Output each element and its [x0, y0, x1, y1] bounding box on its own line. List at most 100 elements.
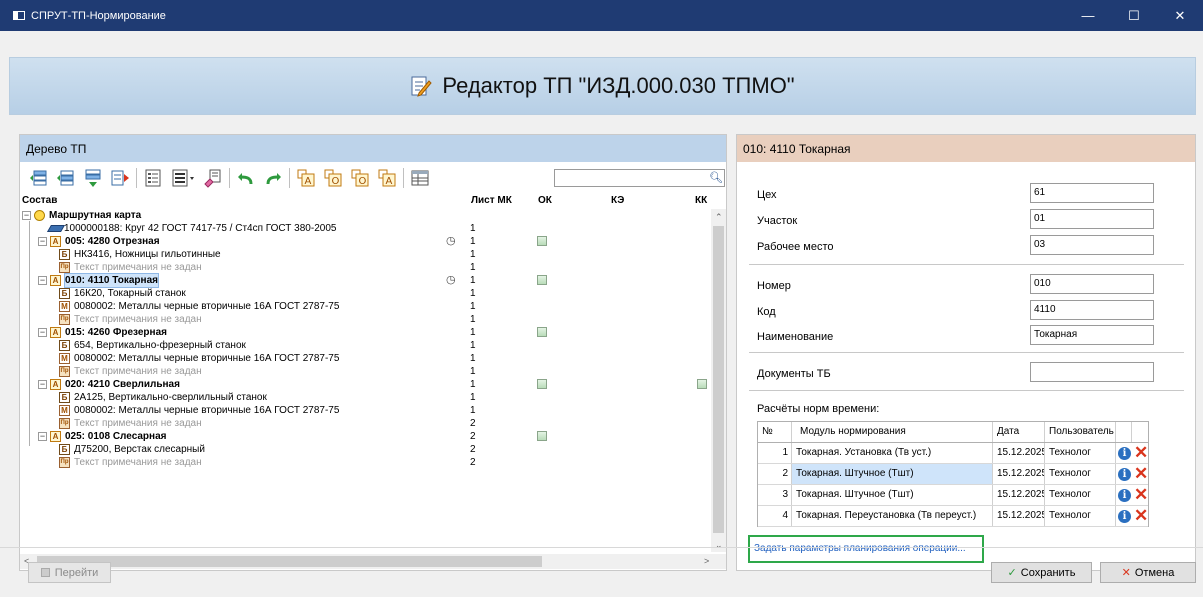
- scroll-right-icon[interactable]: >: [704, 556, 709, 566]
- info-icon[interactable]: i: [1118, 468, 1131, 481]
- ok-document-icon[interactable]: [537, 431, 547, 441]
- tree-row-label[interactable]: Маршрутная карта: [49, 209, 141, 222]
- tree-row[interactable]: 1000000188: Круг 42 ГОСТ 7417-75 / Ст4сп…: [20, 222, 710, 235]
- tree-row-label[interactable]: 020: 4210 Сверлильная: [65, 378, 180, 391]
- info-icon[interactable]: i: [1118, 489, 1131, 502]
- tree-row-label[interactable]: Текст примечания не задан: [74, 417, 202, 430]
- tree-row[interactable]: Б 16К20, Токарный станок 1: [20, 287, 710, 300]
- tree-row[interactable]: М 0080002: Металлы черные вторичные 16А Г…: [20, 352, 710, 365]
- info-icon[interactable]: i: [1118, 447, 1131, 460]
- form-a-child-icon[interactable]: A: [376, 167, 398, 189]
- tree-row[interactable]: Пр Текст примечания не задан 1: [20, 365, 710, 378]
- cancel-button[interactable]: ✕ Отмена: [1100, 562, 1196, 583]
- tree-row-label[interactable]: Текст примечания не задан: [74, 313, 202, 326]
- plan-parameters-link[interactable]: Задать параметры планирования операции..…: [748, 535, 984, 563]
- tree-row[interactable]: Пр Текст примечания не задан 2: [20, 456, 710, 469]
- docs-field[interactable]: [1030, 362, 1154, 382]
- tree-row-label[interactable]: 025: 0108 Слесарная: [65, 430, 166, 443]
- tree-row-label[interactable]: 005: 4280 Отрезная: [65, 235, 160, 248]
- tree-row[interactable]: − А 025: 0108 Слесарная 2: [20, 430, 710, 443]
- form-a-icon[interactable]: A: [295, 167, 317, 189]
- form-o-icon[interactable]: O: [322, 167, 344, 189]
- collapse-icon[interactable]: −: [38, 328, 47, 337]
- tree-row[interactable]: Пр Текст примечания не задан 1: [20, 261, 710, 274]
- collapse-icon[interactable]: −: [38, 380, 47, 389]
- delete-icon[interactable]: ✕: [1134, 443, 1148, 463]
- tree-row[interactable]: − А 005: 4280 Отрезная ◷ 1: [20, 235, 710, 248]
- tree-row-label[interactable]: 654, Вертикально-фрезерный станок: [74, 339, 246, 352]
- tree-row-label[interactable]: Текст примечания не задан: [74, 365, 202, 378]
- tree-row-label[interactable]: Д75200, Верстак слесарный: [74, 443, 205, 456]
- column-module[interactable]: Модуль нормирования: [792, 422, 993, 442]
- delete-icon[interactable]: ✕: [1134, 464, 1148, 484]
- save-button[interactable]: ✓ Сохранить: [991, 562, 1092, 583]
- delete-node-icon[interactable]: [109, 167, 131, 189]
- workplace-field[interactable]: 03: [1030, 235, 1154, 255]
- collapse-icon[interactable]: −: [38, 432, 47, 441]
- go-button[interactable]: Перейти: [28, 562, 111, 583]
- collapse-icon[interactable]: −: [38, 237, 47, 246]
- column-sheet[interactable]: Лист МК: [471, 195, 512, 206]
- tree-row[interactable]: Б 2А125, Вертикально-сверлильный станок 1: [20, 391, 710, 404]
- norms-row[interactable]: 2 Токарная. Штучное (Тшт) 15.12.2025 Технол…: [758, 464, 1148, 485]
- insert-before-icon[interactable]: [28, 167, 50, 189]
- name-field[interactable]: Токарная: [1030, 325, 1154, 345]
- scroll-thumb[interactable]: [713, 226, 724, 533]
- delete-icon[interactable]: ✕: [1134, 506, 1148, 526]
- norms-row[interactable]: 4 Токарная. Переустановка (Тв переуст.) 15…: [758, 506, 1148, 527]
- tree-row-label[interactable]: 16К20, Токарный станок: [74, 287, 186, 300]
- tree-row[interactable]: М 0080002: Металлы черные вторичные 16А Г…: [20, 300, 710, 313]
- undo-icon[interactable]: [235, 167, 257, 189]
- column-user[interactable]: Пользователь: [1045, 422, 1116, 442]
- tree-row-label[interactable]: 015: 4260 Фрезерная: [65, 326, 167, 339]
- form-o-child-icon[interactable]: O: [349, 167, 371, 189]
- tree-row[interactable]: Пр Текст примечания не задан 1: [20, 313, 710, 326]
- ok-document-icon[interactable]: [537, 327, 547, 337]
- tree-row-label[interactable]: 0080002: Металлы черные вторичные 16А ГО…: [74, 300, 339, 313]
- column-ke[interactable]: КЭ: [611, 195, 624, 206]
- section-field[interactable]: 01: [1030, 209, 1154, 229]
- column-date[interactable]: Дата: [993, 422, 1045, 442]
- number-field[interactable]: 010: [1030, 274, 1154, 294]
- norms-row[interactable]: 3 Токарная. Штучное (Тшт) 15.12.2025 Технол…: [758, 485, 1148, 506]
- tree-row[interactable]: Б 654, Вертикально-фрезерный станок 1: [20, 339, 710, 352]
- menu-dropdown-icon[interactable]: [169, 167, 197, 189]
- code-field[interactable]: 4110: [1030, 300, 1154, 320]
- column-composition[interactable]: Состав: [22, 195, 57, 206]
- tree-row-label[interactable]: 0080002: Металлы черные вторичные 16А ГО…: [74, 352, 339, 365]
- workshop-field[interactable]: 61: [1030, 183, 1154, 203]
- delete-icon[interactable]: ✕: [1134, 485, 1148, 505]
- table-view-icon[interactable]: [409, 167, 431, 189]
- tree-row[interactable]: − А 015: 4260 Фрезерная 1: [20, 326, 710, 339]
- info-icon[interactable]: i: [1118, 510, 1131, 523]
- insert-child-icon[interactable]: [82, 167, 104, 189]
- scroll-up-icon[interactable]: ⌃: [715, 212, 723, 223]
- tree-row-label[interactable]: Текст примечания не задан: [74, 261, 202, 274]
- tree-row-label[interactable]: 0080002: Металлы черные вторичные 16А ГО…: [74, 404, 339, 417]
- tree-row[interactable]: − Маршрутная карта: [20, 209, 710, 222]
- tree-vertical-scrollbar[interactable]: ⌃ ⌄: [711, 209, 726, 552]
- ok-document-icon[interactable]: [537, 275, 547, 285]
- tree-row[interactable]: Б Д75200, Верстак слесарный 2: [20, 443, 710, 456]
- tree-search-input[interactable]: 🔍︎: [554, 169, 725, 187]
- redo-icon[interactable]: [262, 167, 284, 189]
- tree-row[interactable]: − А 020: 4210 Сверлильная 1: [20, 378, 710, 391]
- tree-row-label[interactable]: Текст примечания не задан: [74, 456, 202, 469]
- tree-horizontal-scrollbar[interactable]: < >: [20, 554, 726, 569]
- column-kk[interactable]: КК: [695, 195, 707, 206]
- tree-row[interactable]: Пр Текст примечания не задан 2: [20, 417, 710, 430]
- tree-row[interactable]: − А 010: 4110 Токарная ◷ 1: [20, 273, 710, 288]
- tree-row[interactable]: Б НК3416, Ножницы гильотинные 1: [20, 248, 710, 261]
- maximize-button[interactable]: ☐: [1111, 0, 1157, 31]
- collapse-icon[interactable]: −: [22, 211, 31, 220]
- column-num[interactable]: №: [758, 422, 792, 442]
- list-icon[interactable]: [142, 167, 164, 189]
- search-icon[interactable]: 🔍︎: [709, 171, 723, 185]
- scroll-thumb[interactable]: [37, 556, 542, 567]
- minimize-button[interactable]: —: [1065, 0, 1111, 31]
- column-ok[interactable]: ОК: [538, 195, 552, 206]
- tree-row-label[interactable]: 2А125, Вертикально-сверлильный станок: [74, 391, 267, 404]
- collapse-icon[interactable]: −: [38, 276, 47, 285]
- tree-row-label[interactable]: 010: 4110 Токарная: [64, 273, 159, 288]
- tree-row-label[interactable]: НК3416, Ножницы гильотинные: [74, 248, 221, 261]
